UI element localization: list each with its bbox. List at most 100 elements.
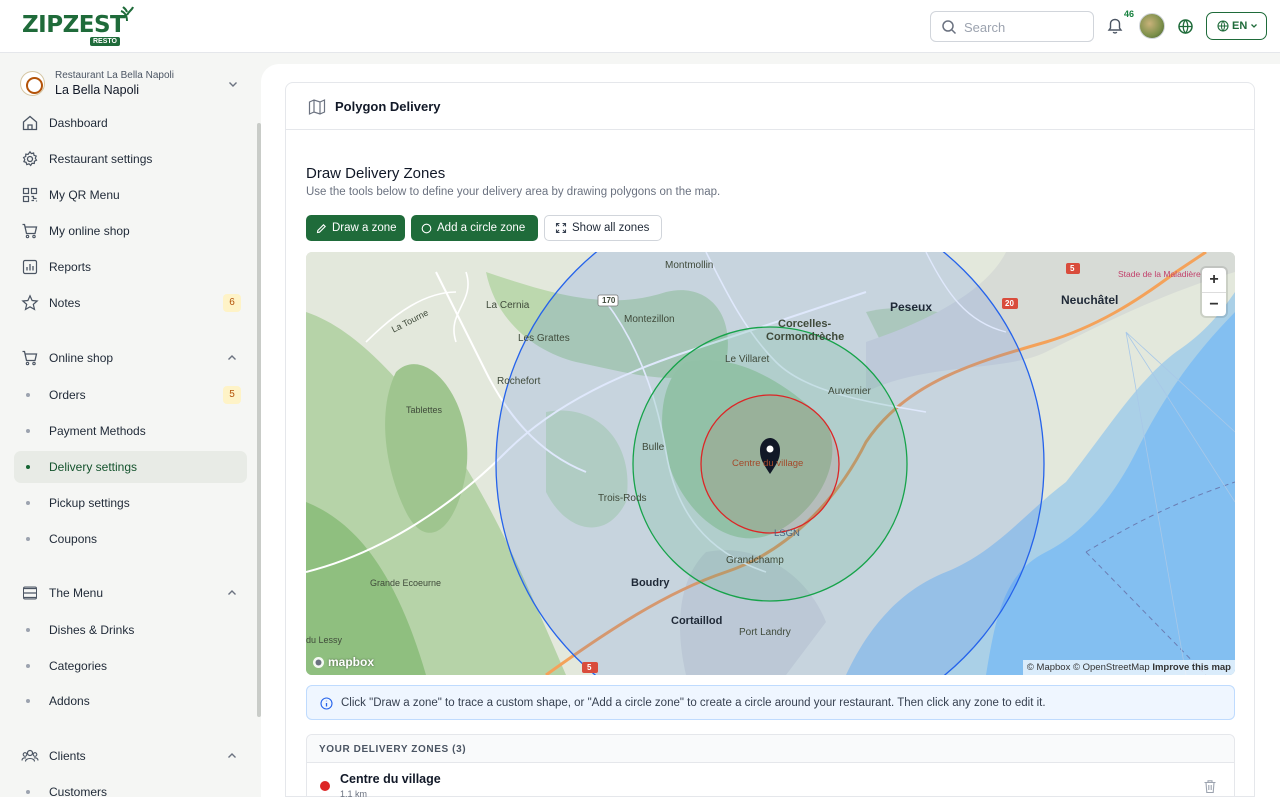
pencil-icon [316, 223, 326, 233]
notes-count-badge: 6 [223, 294, 241, 312]
top-bar: ZIPZEST RESTO 46 EN [0, 0, 1280, 53]
sidebar-item-label: Reports [49, 260, 92, 274]
map-label: La Cernia [486, 300, 530, 311]
zone-row[interactable]: Centre du village 1.1 km [307, 763, 1234, 797]
info-icon [320, 697, 333, 710]
zone-color-dot [320, 781, 330, 791]
circle-icon [421, 223, 432, 233]
attribution-text[interactable]: © Mapbox © OpenStreetMap [1027, 662, 1150, 673]
chevron-down-icon [229, 82, 237, 87]
sidebar-item-orders[interactable]: Orders 5 [14, 379, 247, 411]
panel-header: Polygon Delivery [286, 83, 1254, 130]
sidebar-item-addons[interactable]: Addons [14, 685, 247, 717]
trash-icon[interactable] [1203, 779, 1217, 794]
star-icon [21, 294, 39, 311]
orders-count-badge: 5 [223, 386, 241, 404]
sidebar-item-label: Dashboard [49, 116, 108, 130]
sidebar-item-label: Delivery settings [49, 460, 138, 474]
restaurant-pin-label: Centre du village [732, 458, 804, 469]
sidebar-item-customers[interactable]: Customers [14, 776, 247, 797]
zoom-out-button[interactable]: − [1202, 292, 1226, 316]
sidebar-item-label: Dishes & Drinks [49, 623, 135, 637]
sidebar-item-label: Customers [49, 785, 108, 797]
sidebar-item-dashboard[interactable]: Dashboard [14, 107, 247, 139]
improve-map-link[interactable]: Improve this map [1152, 662, 1231, 673]
qr-code-icon [22, 187, 38, 203]
bullet [26, 501, 30, 505]
sidebar-item-pickup-settings[interactable]: Pickup settings [14, 487, 247, 519]
brand-logo[interactable]: ZIPZEST RESTO [22, 6, 134, 48]
map-label: Cormondrèche [766, 331, 845, 343]
settings-globe-icon[interactable] [1177, 18, 1194, 35]
map-icon [308, 99, 326, 115]
chevron-up-icon [228, 355, 236, 360]
leaf-icon [120, 6, 134, 22]
sidebar-item-coupons[interactable]: Coupons [14, 523, 247, 555]
sidebar-item-reports[interactable]: Reports [14, 251, 247, 283]
sidebar-item-payment-methods[interactable]: Payment Methods [14, 415, 247, 447]
route-shield-label: 20 [1005, 299, 1014, 308]
bullet [26, 537, 30, 541]
sidebar-group-online-shop[interactable]: Online shop [14, 342, 247, 374]
add-circle-zone-button[interactable]: Add a circle zone [411, 215, 538, 241]
search-box[interactable] [930, 11, 1094, 42]
sidebar-item-categories[interactable]: Categories [14, 650, 247, 682]
sidebar-group-clients[interactable]: Clients [14, 740, 247, 772]
sidebar-item-label: Pickup settings [49, 496, 130, 510]
mapbox-logo[interactable]: mapbox [312, 655, 374, 669]
bullet [26, 664, 30, 668]
delivery-zones-list: YOUR DELIVERY ZONES (3) Centre du villag… [306, 734, 1235, 797]
zoom-in-button[interactable]: + [1202, 268, 1226, 292]
mapbox-wordmark: mapbox [328, 655, 375, 669]
route-shield-label: 5 [1070, 264, 1075, 273]
map-label: Tablettes [406, 405, 443, 415]
delivery-map[interactable]: Montmollin La Cernia La Tourne Montezill… [306, 252, 1235, 675]
sidebar: Restaurant La Bella Napoli La Bella Napo… [0, 53, 260, 797]
show-all-zones-button[interactable]: Show all zones [544, 215, 662, 241]
bell-icon[interactable] [1105, 16, 1125, 36]
sidebar-item-qr-menu[interactable]: My QR Menu [14, 179, 247, 211]
language-selector[interactable]: EN [1206, 12, 1267, 40]
sidebar-item-delivery-settings[interactable]: Delivery settings [14, 451, 247, 483]
home-icon [22, 115, 38, 131]
map-label: Port Landry [739, 627, 791, 638]
map-label: Peseux [890, 300, 933, 314]
bullet [26, 699, 30, 703]
sidebar-item-restaurant-settings[interactable]: Restaurant settings [14, 143, 247, 175]
cart-icon [22, 350, 38, 366]
map-label: Bulle [642, 442, 665, 453]
restaurant-name: La Bella Napoli [55, 83, 140, 97]
zone-name: Centre du village [340, 772, 441, 786]
draw-zone-button[interactable]: Draw a zone [306, 215, 405, 241]
route-shield-label: 5 [587, 663, 592, 672]
sidebar-group-label: Clients [49, 749, 86, 763]
expand-icon [555, 222, 567, 234]
bullet [26, 790, 30, 794]
sidebar-item-label: My online shop [49, 224, 130, 238]
map-label: Auvernier [828, 386, 871, 397]
gear-icon [22, 150, 38, 167]
sidebar-group-menu[interactable]: The Menu [14, 577, 247, 609]
sidebar-item-notes[interactable]: Notes 6 [14, 287, 247, 319]
search-icon [942, 20, 957, 35]
panel-title: Polygon Delivery [335, 99, 441, 114]
polygon-delivery-panel: Polygon Delivery Draw Delivery Zones Use… [285, 82, 1255, 797]
cart-icon [22, 223, 38, 239]
sidebar-item-online-shop[interactable]: My online shop [14, 215, 247, 247]
map-attribution: © Mapbox © OpenStreetMap Improve this ma… [1022, 660, 1235, 675]
chevron-up-icon [228, 590, 236, 595]
zones-header: YOUR DELIVERY ZONES (3) [307, 735, 1234, 763]
zoom-control: + − [1202, 268, 1226, 316]
map-label: Stade de la Maladière [1118, 269, 1201, 279]
search-input[interactable] [964, 17, 1084, 37]
map-label: Le Villaret [725, 354, 770, 365]
sidebar-item-label: Restaurant settings [49, 152, 153, 166]
restaurant-switcher[interactable]: Restaurant La Bella Napoli La Bella Napo… [20, 69, 245, 101]
bullet [26, 628, 30, 632]
zone-distance: 1.1 km [340, 789, 368, 797]
sidebar-item-dishes-drinks[interactable]: Dishes & Drinks [14, 614, 247, 646]
user-avatar[interactable] [1139, 13, 1165, 39]
sidebar-item-label: Categories [49, 659, 108, 673]
sidebar-group-label: Online shop [49, 351, 114, 365]
draw-zone-label: Draw a zone [332, 222, 397, 234]
